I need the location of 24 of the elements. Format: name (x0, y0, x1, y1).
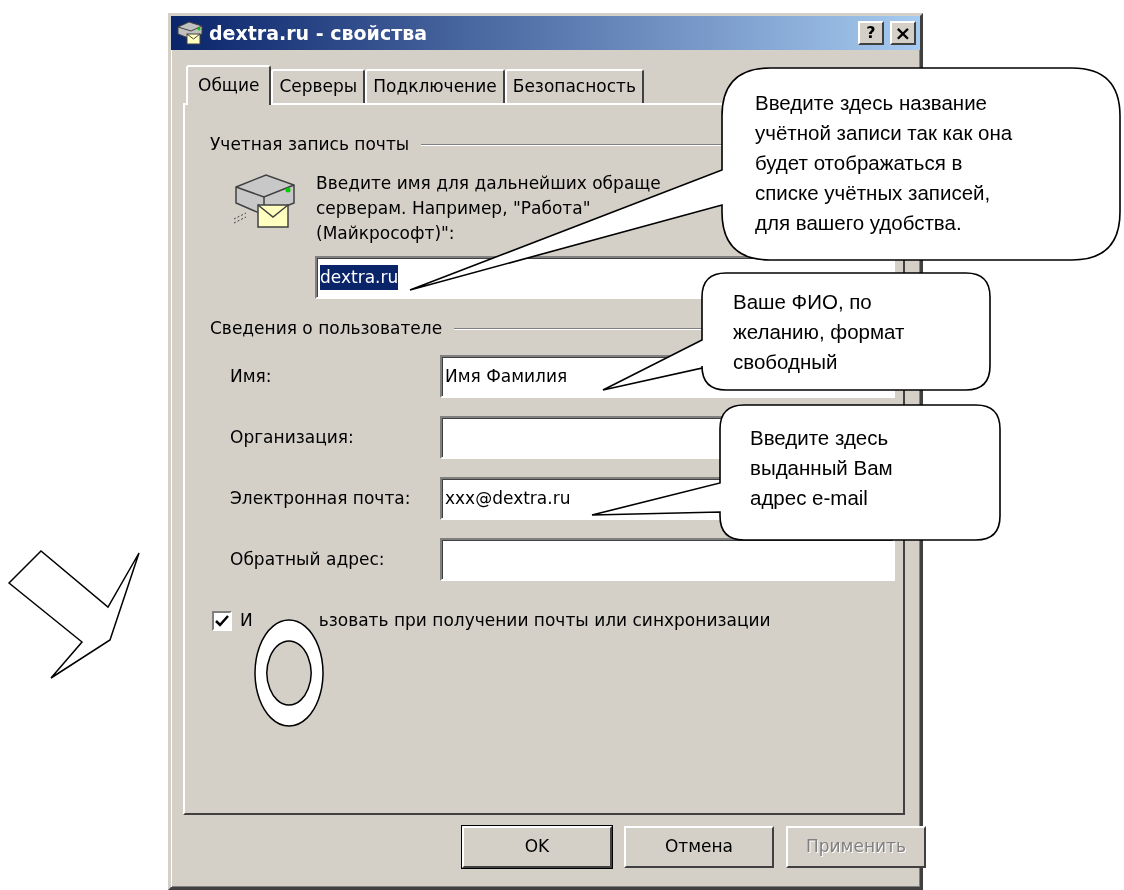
field-label: Обратный адрес: (230, 547, 386, 571)
mail-server-icon (175, 20, 205, 46)
close-button[interactable]: × (890, 21, 916, 45)
description-text: Введите имя для дальнейших обраще серверам. Например, "Работа" (Майкрософт)": (316, 172, 661, 245)
group-title: Сведения о пользователе (210, 317, 443, 341)
input-field[interactable] (440, 538, 895, 581)
tab[interactable]: Подключение (365, 69, 505, 103)
field-label: Электронная почта: (230, 486, 412, 510)
tab[interactable]: Общие (186, 65, 272, 105)
checkbox[interactable] (212, 610, 232, 631)
field-label: Имя: (230, 364, 273, 388)
tab[interactable]: Серверы (271, 69, 366, 103)
checkbox-label: И (240, 609, 253, 632)
field-label: Организация: (230, 425, 355, 449)
callout-text: Введите здесь название учётной записи так как она будет отображаться в списке учётных записей, для вашего удобства. (755, 90, 1013, 236)
ok-button[interactable]: OK (462, 826, 612, 868)
group-title: Учетная запись почты (210, 133, 410, 157)
window-title: dextra.ru - свойства (209, 20, 429, 46)
mail-server-icon (232, 171, 298, 229)
tab[interactable]: Безопасность (504, 69, 644, 103)
help-button[interactable]: ? (858, 21, 884, 45)
checkbox-label: ьзовать при получении почты или синхронизации (318, 609, 771, 632)
callout-text: Введите здесь выданный Вам адрес e-mail (750, 425, 893, 511)
dialog-button[interactable]: Отмена (624, 826, 774, 868)
